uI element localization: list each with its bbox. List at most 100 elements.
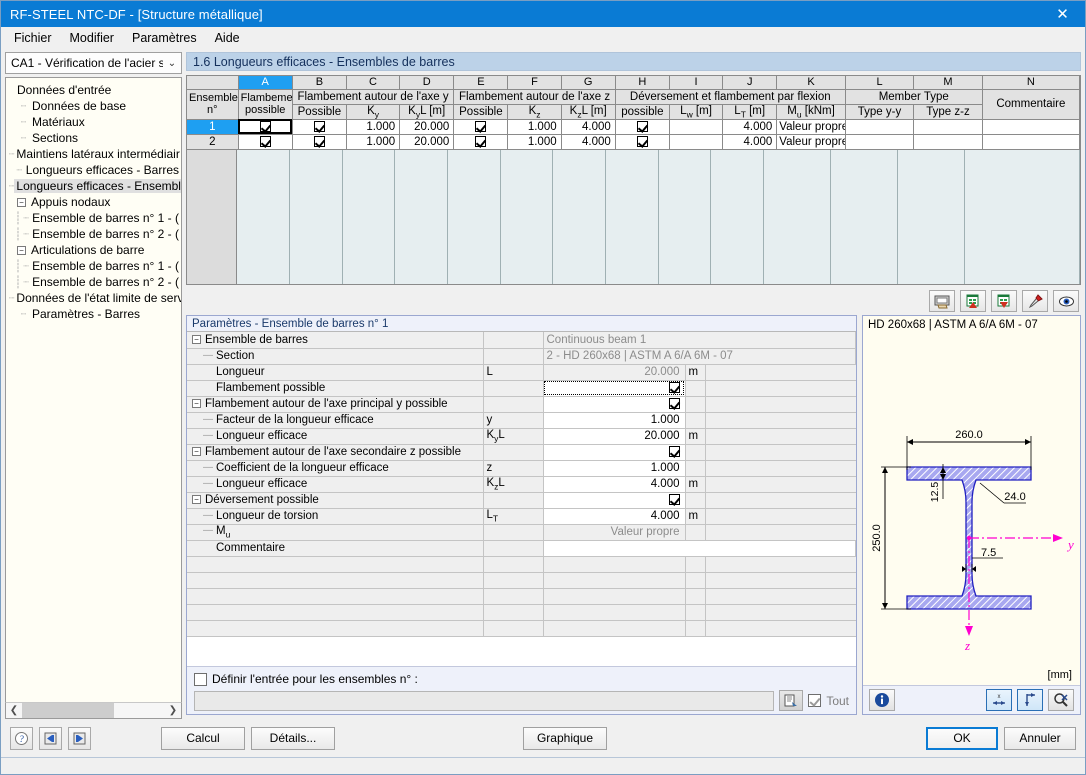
parameter-value-cell[interactable]: 20.000 xyxy=(543,428,686,445)
parameter-value-cell[interactable]: 1.000 xyxy=(543,412,686,429)
pick-list-icon[interactable] xyxy=(779,690,804,711)
tree-item-6[interactable]: − Appuis nodaux xyxy=(9,194,181,210)
parameter-row[interactable]: − Flambement autour de l'axe secondaire z… xyxy=(187,444,856,461)
parameter-row[interactable]: — Mu Valeur propre xyxy=(187,524,856,541)
scroll-right-icon[interactable]: ❯ xyxy=(165,703,181,718)
effective-lengths-grid[interactable]: A B C D E F G H I J K L M N Ensemble n° … xyxy=(186,75,1081,285)
help-icon[interactable]: ? xyxy=(10,726,33,750)
table-row[interactable]: 1 1.000 20.000 1.000 4.000 4.000 Valeur propre xyxy=(187,119,1080,135)
parameter-value-cell[interactable]: Valeur propre xyxy=(543,524,686,541)
define-entry-checkbox[interactable] xyxy=(194,672,207,686)
parameter-value-cell[interactable]: 4.000 xyxy=(543,476,686,493)
export-excel-down-icon[interactable] xyxy=(991,290,1017,312)
parameter-row[interactable] xyxy=(187,604,856,621)
details-button[interactable]: Détails... xyxy=(251,726,335,750)
cell-z-possible[interactable] xyxy=(453,134,509,150)
parameter-row[interactable]: — Coefficient de la longueur efficace z 1.0… xyxy=(187,460,856,477)
parameter-row[interactable]: — Facteur de la longueur efficace y 1.000 xyxy=(187,412,856,429)
checkbox[interactable] xyxy=(313,136,325,148)
parameter-value-cell[interactable]: 4.000 xyxy=(543,508,686,525)
graphique-button[interactable]: Graphique xyxy=(523,726,607,750)
parameter-checkbox[interactable] xyxy=(668,382,680,394)
row-number[interactable]: 2 xyxy=(187,134,239,150)
column-letter-m[interactable]: M xyxy=(913,76,983,90)
cancel-button[interactable]: Annuler xyxy=(1004,726,1076,750)
scroll-thumb[interactable] xyxy=(22,703,114,718)
parameter-value-cell[interactable] xyxy=(543,620,686,637)
grid-empty-area[interactable] xyxy=(187,149,1080,284)
column-letter-b[interactable]: B xyxy=(292,76,347,90)
parameter-value-cell[interactable] xyxy=(543,380,686,397)
calcul-button[interactable]: Calcul xyxy=(161,726,245,750)
parameter-row[interactable] xyxy=(187,556,856,573)
parameter-value-cell[interactable]: Continuous beam 1 xyxy=(543,332,856,349)
parameters-table-wrap[interactable]: − Ensemble de barres Continuous beam 1— Sec… xyxy=(187,331,856,666)
checkbox[interactable] xyxy=(259,121,271,133)
cell-ky[interactable]: 1.000 xyxy=(346,134,401,150)
menu-item-parametres[interactable]: Paramètres xyxy=(123,28,206,48)
cell-kyl[interactable]: 20.000 xyxy=(399,134,455,150)
cell-type-yy[interactable] xyxy=(845,119,915,135)
navigation-tree[interactable]: Données d'entrée ┈ Données de base ┈ Matéria… xyxy=(5,77,182,702)
parameter-value-cell[interactable]: 2 - HD 260x68 | ASTM A 6/A 6M - 07 xyxy=(543,348,856,365)
column-letter-h[interactable]: H xyxy=(615,76,670,90)
cell-dev-possible[interactable] xyxy=(615,134,670,150)
close-icon[interactable]: ✕ xyxy=(1040,1,1085,27)
tree-item-2[interactable]: ┈ Sections xyxy=(9,130,181,146)
export-excel-up-icon[interactable] xyxy=(960,290,986,312)
cell-z-possible[interactable] xyxy=(453,119,509,135)
print-preview-icon[interactable] xyxy=(929,290,955,312)
parameter-row[interactable] xyxy=(187,572,856,589)
column-letter-e[interactable]: E xyxy=(453,76,509,90)
checkbox[interactable] xyxy=(259,136,271,148)
tree-item-10[interactable]: ┊ ┈ Ensemble de barres n° 1 - ( xyxy=(9,258,181,274)
parameter-row[interactable]: Commentaire xyxy=(187,540,856,557)
cell-ky[interactable]: 1.000 xyxy=(346,119,401,135)
tree-item-1[interactable]: ┈ Matériaux xyxy=(9,114,181,130)
zoom-reset-icon[interactable] xyxy=(1048,689,1074,711)
parameter-value-cell[interactable] xyxy=(543,556,686,573)
parameter-row[interactable]: — Longueur efficace KyL 20.000 m xyxy=(187,428,856,445)
cell-y-possible[interactable] xyxy=(292,134,347,150)
pin-icon[interactable] xyxy=(1022,290,1048,312)
column-letter-k[interactable]: K xyxy=(776,76,846,90)
column-letter-d[interactable]: D xyxy=(399,76,455,90)
parameter-value-cell[interactable] xyxy=(543,444,686,461)
previous-page-icon[interactable] xyxy=(39,726,62,750)
tree-item-5[interactable]: ┈ Longueurs efficaces - Ensemble xyxy=(9,178,181,194)
parameter-row[interactable] xyxy=(187,620,856,637)
cell-kz[interactable]: 1.000 xyxy=(507,119,562,135)
cell-lw[interactable] xyxy=(669,119,724,135)
scroll-left-icon[interactable]: ❮ xyxy=(6,703,22,718)
tree-item-9[interactable]: − Articulations de barre xyxy=(9,242,181,258)
parameter-value-cell[interactable] xyxy=(543,396,686,413)
section-canvas[interactable]: 260.0 250.0 12.5 24.0 7.5 y z [mm] xyxy=(863,333,1080,685)
cell-dev-possible[interactable] xyxy=(615,119,670,135)
menu-item-fichier[interactable]: Fichier xyxy=(5,28,61,48)
parameter-row[interactable]: − Déversement possible xyxy=(187,492,856,509)
parameter-value-cell[interactable] xyxy=(543,492,686,509)
tree-item-3[interactable]: ┈ Maintiens latéraux intermédiair xyxy=(9,146,181,162)
info-icon[interactable] xyxy=(869,689,895,711)
tree-item-7[interactable]: ┊ ┈ Ensemble de barres n° 1 - ( xyxy=(9,210,181,226)
parameter-value-cell[interactable] xyxy=(543,588,686,605)
column-letter-c[interactable]: C xyxy=(346,76,401,90)
menu-item-aide[interactable]: Aide xyxy=(206,28,249,48)
cell-type-zz[interactable] xyxy=(913,134,983,150)
tree-item-13[interactable]: ┈ Paramètres - Barres xyxy=(9,306,181,322)
scroll-track[interactable] xyxy=(22,703,165,718)
tree-root-node[interactable]: Données d'entrée xyxy=(9,82,181,98)
parameter-value-cell[interactable]: 1.000 xyxy=(543,460,686,477)
cell-commentaire[interactable] xyxy=(982,119,1080,135)
cell-mu[interactable]: Valeur propre xyxy=(776,134,846,150)
ok-button[interactable]: OK xyxy=(926,726,998,750)
cell-lt[interactable]: 4.000 xyxy=(722,119,778,135)
cell-lw[interactable] xyxy=(669,134,724,150)
cell-flambement-possible[interactable] xyxy=(238,134,293,150)
parameter-row[interactable]: — Longueur de torsion LT 4.000 m xyxy=(187,508,856,525)
column-letter-f[interactable]: F xyxy=(507,76,562,90)
collapse-icon[interactable]: − xyxy=(192,447,201,457)
dimension-icon[interactable]: x xyxy=(986,689,1012,711)
cell-y-possible[interactable] xyxy=(292,119,347,135)
checkbox[interactable] xyxy=(475,136,487,148)
